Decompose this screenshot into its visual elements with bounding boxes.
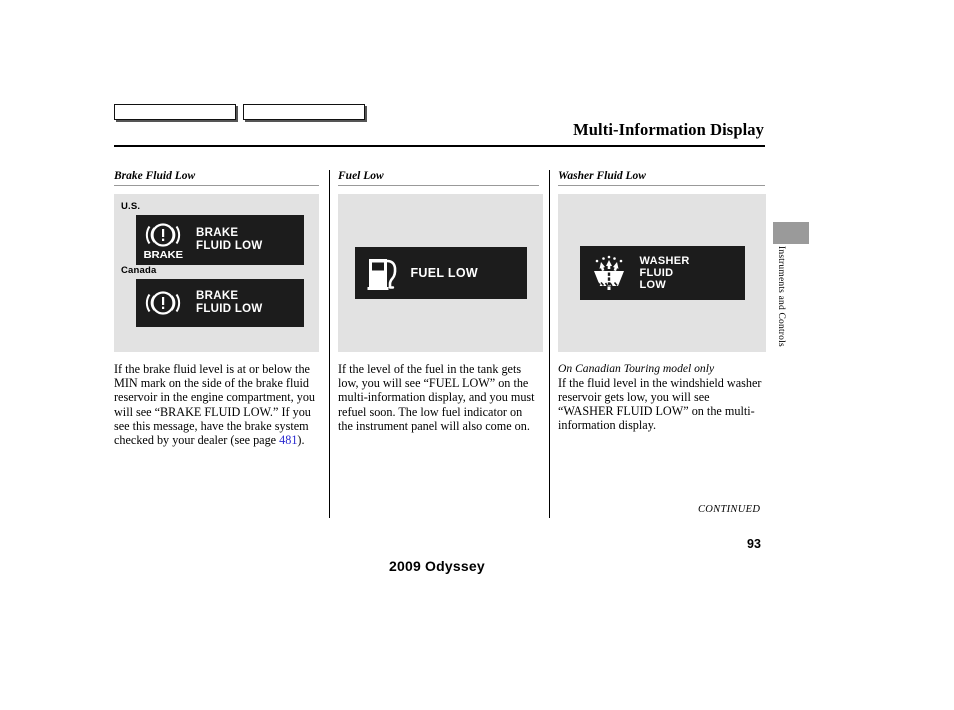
fuel-pump-icon	[367, 255, 401, 291]
section-tab-label: Instruments and Controls	[776, 246, 786, 347]
region-label-canada: Canada	[121, 265, 157, 276]
column-washer-fluid-low: Washer Fluid Low WASHER FLUID LOW On Can…	[549, 170, 766, 518]
region-label-us: U.S.	[121, 201, 141, 212]
mid-display-brake-canada: BRAKE FLUID LOW	[136, 279, 304, 327]
body-text-brake: If the brake fluid level is at or below …	[114, 362, 319, 447]
column-heading-brake: Brake Fluid Low	[114, 170, 319, 186]
top-tab-box-2[interactable]	[243, 104, 365, 120]
washer-fluid-icon	[586, 255, 632, 291]
model-footer: 2009 Odyssey	[389, 558, 485, 574]
body-text-fuel: If the level of the fuel in the tank get…	[338, 362, 535, 433]
body-text-brake-tail: ).	[297, 433, 305, 448]
section-tab-marker	[773, 222, 809, 244]
mid-display-washer: WASHER FLUID LOW	[579, 246, 745, 300]
page-reference-link[interactable]: 481	[279, 433, 297, 447]
figure-brake-fluid-low: U.S. BRAKE BRAKE FLUID LOW Canada BRAKE …	[114, 194, 319, 352]
page-title: Multi-Information Display	[573, 120, 764, 139]
mid-display-text-fuel: FUEL LOW	[410, 266, 478, 280]
figure-washer-fluid-low: WASHER FLUID LOW	[558, 194, 766, 352]
page-number: 93	[747, 537, 761, 551]
figure-fuel-low: FUEL LOW	[338, 194, 543, 352]
header-divider	[114, 145, 765, 147]
column-heading-washer: Washer Fluid Low	[558, 170, 765, 186]
top-tab-group	[114, 104, 365, 120]
column-heading-fuel: Fuel Low	[338, 170, 539, 186]
column-fuel-low: Fuel Low FUEL LOW If the level of the fu…	[329, 170, 549, 518]
brake-warning-icon: BRAKE	[142, 220, 184, 261]
mid-display-text-brake-canada: BRAKE FLUID LOW	[196, 290, 263, 315]
washer-model-note: On Canadian Touring model only	[558, 362, 715, 375]
column-brake-fluid-low: Brake Fluid Low U.S. BRAKE BRAKE FLUID L…	[114, 170, 329, 518]
continued-label: CONTINUED	[698, 504, 761, 515]
mid-display-text-washer: WASHER FLUID LOW	[639, 254, 690, 292]
content-columns: Brake Fluid Low U.S. BRAKE BRAKE FLUID L…	[114, 170, 766, 518]
brake-warning-icon	[142, 288, 184, 318]
mid-display-brake-us: BRAKE BRAKE FLUID LOW	[136, 215, 304, 265]
body-text-washer: On Canadian Touring model only If the flu…	[558, 362, 765, 432]
top-tab-box-1[interactable]	[114, 104, 236, 120]
body-text-washer-main: If the fluid level in the windshield was…	[558, 375, 762, 433]
mid-display-fuel: FUEL LOW	[354, 247, 527, 299]
brake-icon-word: BRAKE	[143, 248, 183, 261]
mid-display-text-brake-us: BRAKE FLUID LOW	[196, 227, 263, 252]
